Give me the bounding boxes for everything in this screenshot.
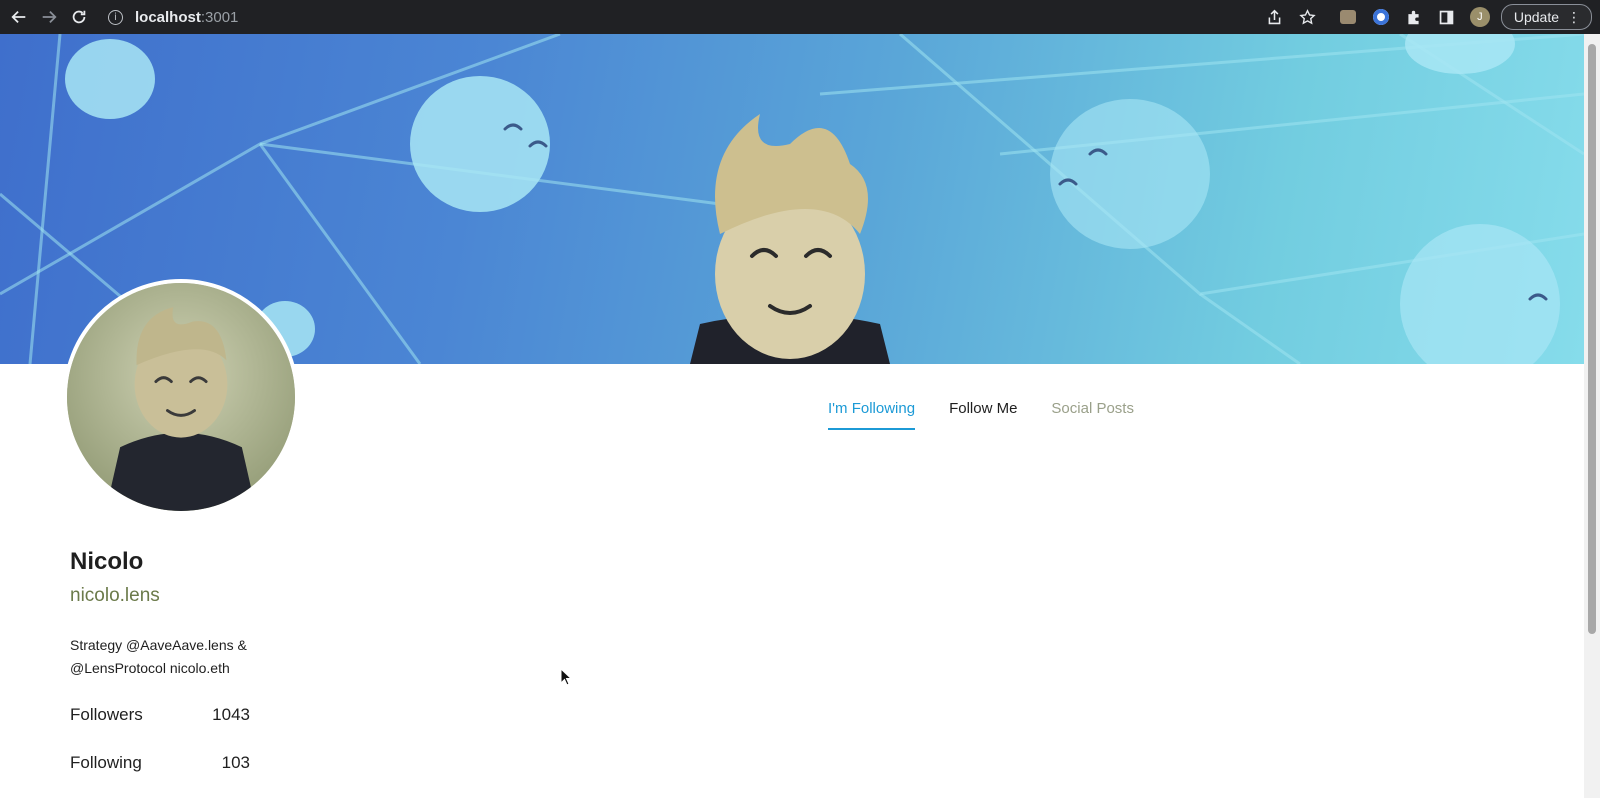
share-icon[interactable] [1264,6,1286,28]
profile-handle: nicolo.lens [70,585,160,606]
url-port: :3001 [200,8,239,26]
circle-extension-icon[interactable] [1370,6,1392,28]
followers-stat: Followers 1043 [70,705,250,725]
reload-icon[interactable] [68,6,90,28]
profile-initial: J [1469,7,1490,27]
page-scrollbar[interactable] [1584,34,1600,798]
following-label: Following [70,753,142,772]
mouse-cursor-icon [560,668,572,686]
forward-icon[interactable] [38,6,60,28]
fox-extension-icon[interactable] [1337,6,1359,28]
profile-avatar-image [63,279,299,515]
profile-bio: Strategy @AaveAave.lens & @LensProtocol … [70,637,247,676]
profile-name: Nicolo [70,548,144,575]
scrollbar-thumb[interactable] [1588,44,1596,634]
followers-label: Followers [70,705,143,724]
tab-im-following[interactable]: I'm Following [828,400,916,430]
profile-tabs: I'm Following Follow Me Social Posts [828,400,1134,430]
followers-count: 1043 [212,705,250,724]
menu-dots-icon[interactable]: ⋮ [1567,10,1581,24]
sidepanel-icon[interactable] [1436,6,1458,28]
url-host: localhost [135,8,201,26]
update-button[interactable]: Update ⋮ [1500,4,1592,30]
following-count: 103 [221,753,250,772]
back-icon[interactable] [8,6,30,28]
following-stat: Following 103 [70,753,250,773]
star-icon[interactable] [1297,6,1319,28]
tab-follow-me[interactable]: Follow Me [949,400,1017,430]
info-icon[interactable]: i [108,9,123,25]
tab-social-posts[interactable]: Social Posts [1051,400,1134,430]
puzzle-icon[interactable] [1403,6,1425,28]
address-bar[interactable]: i localhost:3001 [108,9,238,26]
update-label: Update [1513,9,1559,25]
profile-avatar[interactable]: J [1469,6,1491,28]
browser-toolbar: i localhost:3001 J Update ⋮ [0,0,1600,34]
